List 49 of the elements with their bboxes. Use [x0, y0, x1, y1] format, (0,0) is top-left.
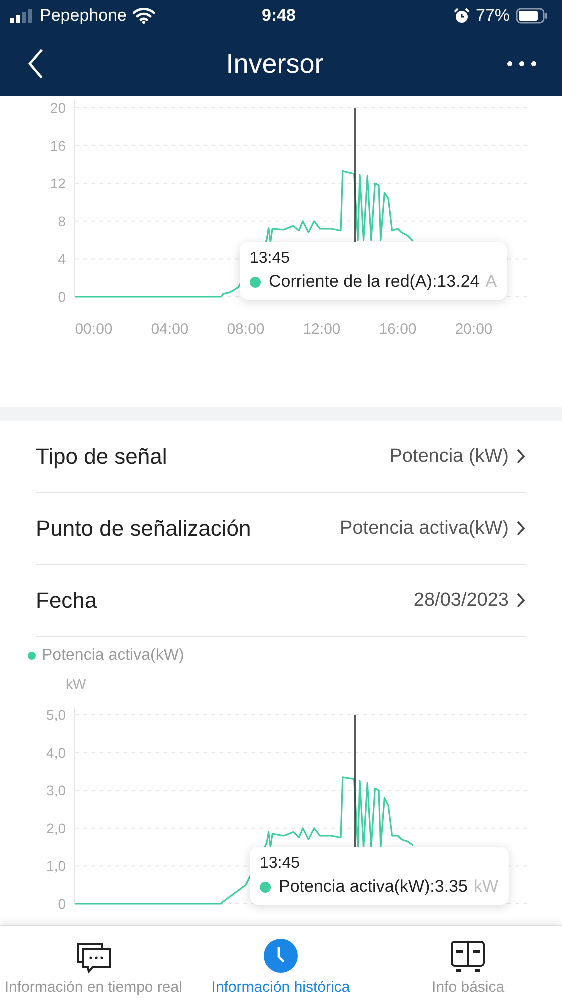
x-tick-label: 20:00	[455, 321, 493, 338]
x-tick-label: 12:00	[303, 321, 341, 338]
status-time: 9:48	[262, 6, 296, 26]
tooltip-unit: kW	[474, 877, 499, 897]
setting-label: Tipo de señal	[36, 444, 168, 470]
battery-percent: 77%	[476, 6, 510, 26]
x-tick-label: 08:00	[227, 321, 265, 338]
battery-icon	[516, 8, 548, 24]
setting-value[interactable]: Potencia activa(kW)	[340, 518, 526, 540]
y-tick-label: 4	[58, 251, 66, 268]
more-button[interactable]	[506, 60, 538, 68]
y-tick-label: 5,0	[46, 707, 66, 723]
chevron-right-icon	[517, 593, 526, 608]
carrier-name: Pepephone	[40, 6, 127, 26]
tooltip-time: 13:45	[260, 855, 302, 873]
x-tick-label: 16:00	[379, 321, 417, 338]
signal-icon	[10, 9, 34, 23]
x-tick-label: 00:00	[75, 321, 113, 338]
y-tick-label: 1,0	[46, 858, 66, 874]
y-tick-label: 0	[58, 896, 66, 912]
tooltip-time: 13:45	[250, 250, 292, 268]
page-title: Inversor	[226, 48, 324, 80]
y-tick-label: 8	[58, 213, 66, 230]
axis-unit: kW	[66, 676, 86, 692]
chevron-right-icon	[517, 449, 526, 464]
chevron-right-icon	[517, 521, 526, 536]
back-button[interactable]	[28, 49, 44, 79]
tooltip-value: Corriente de la red(A):13.24	[269, 272, 480, 292]
clock-icon	[264, 939, 298, 973]
y-tick-label: 3,0	[46, 782, 66, 799]
y-tick-label: 20	[50, 100, 66, 116]
y-tick-label: 16	[50, 138, 66, 154]
y-tick-label: 12	[50, 176, 66, 192]
wifi-icon	[132, 8, 155, 24]
alarm-clock-icon	[454, 8, 470, 24]
setting-label: Punto de señalización	[36, 516, 252, 542]
setting-value[interactable]: Potencia (kW)	[390, 446, 526, 468]
chat-bubbles-icon	[76, 943, 111, 973]
tab[interactable]: Información histórica	[187, 926, 375, 1000]
setting-label: Fecha	[36, 588, 98, 614]
y-tick-label: 4,0	[46, 744, 66, 761]
y-tick-label: 0	[58, 289, 66, 305]
cabinet-icon	[451, 941, 486, 973]
tooltip-unit: A	[486, 272, 498, 292]
tooltip-value: Potencia activa(kW):3.35	[279, 877, 468, 897]
legend-label: Potencia activa(kW)	[42, 647, 184, 665]
setting-value[interactable]: 28/03/2023	[414, 590, 526, 612]
y-tick-label: 2,0	[46, 820, 66, 836]
x-tick-label: 04:00	[151, 321, 189, 338]
